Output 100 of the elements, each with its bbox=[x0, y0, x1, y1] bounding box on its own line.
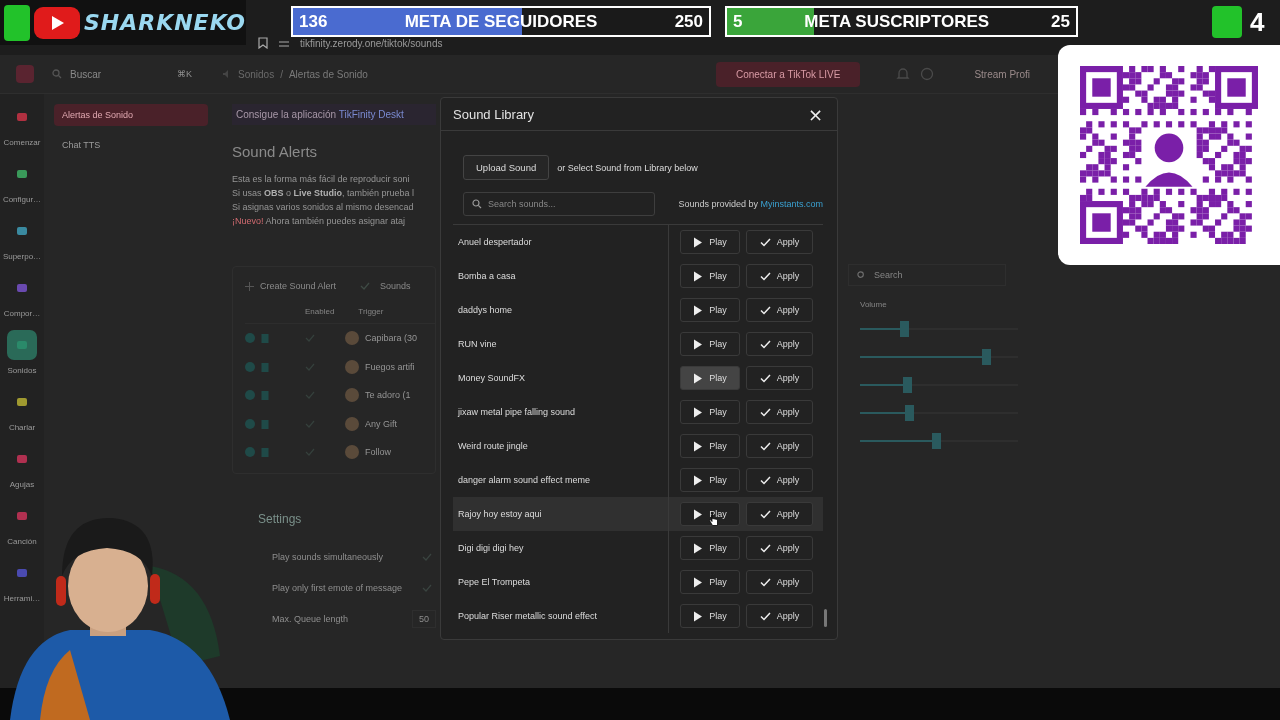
trigger-avatar bbox=[345, 359, 359, 374]
check-icon[interactable] bbox=[360, 281, 371, 291]
setting-label: Max. Queue length bbox=[272, 614, 350, 624]
goal-current: 5 bbox=[733, 11, 743, 32]
play-button[interactable]: Play bbox=[680, 468, 740, 492]
setting-label: Play only first emote of message bbox=[272, 583, 404, 593]
subnav-item[interactable]: Chat TTS bbox=[54, 134, 208, 156]
apply-button[interactable]: Apply bbox=[746, 536, 813, 560]
play-button[interactable]: Play bbox=[680, 434, 740, 458]
apply-button[interactable]: Apply bbox=[746, 230, 813, 254]
description-line: ¡Nuevo! Ahora también puedes asignar ataj bbox=[232, 215, 407, 228]
setting-checkbox[interactable] bbox=[422, 583, 432, 593]
trigger-name: Te adoro (1 bbox=[365, 390, 411, 401]
connect-button[interactable]: Conectar a TikTok LIVE bbox=[715, 61, 861, 87]
subnav-item[interactable]: Alertas de Sonido bbox=[54, 104, 208, 126]
bell-icon[interactable] bbox=[896, 67, 911, 81]
close-button[interactable]: × bbox=[803, 103, 827, 125]
enabled-check-icon[interactable] bbox=[305, 418, 315, 429]
sound-name: Popular Riser metallic sound effect bbox=[453, 599, 669, 633]
app-logo[interactable] bbox=[16, 65, 34, 83]
apply-button[interactable]: Apply bbox=[746, 502, 813, 526]
play-button[interactable]: Play bbox=[680, 298, 740, 322]
apply-button[interactable]: Apply bbox=[746, 434, 813, 458]
play-icon[interactable] bbox=[245, 390, 255, 401]
table-search-field[interactable]: Search bbox=[848, 264, 1006, 286]
search-icon bbox=[472, 199, 482, 209]
nav-label: Superpo… bbox=[2, 252, 42, 261]
enabled-check-icon[interactable] bbox=[305, 333, 315, 344]
check-icon bbox=[759, 509, 771, 519]
play-icon[interactable] bbox=[245, 418, 255, 429]
goal-target: 250 bbox=[674, 11, 703, 32]
nav-label: Compor… bbox=[3, 309, 41, 318]
breadcrumb-item: / bbox=[280, 68, 283, 80]
setting-label: Play sounds simultaneously bbox=[272, 552, 385, 562]
play-button[interactable]: Play bbox=[680, 332, 740, 356]
play-icon[interactable] bbox=[245, 333, 255, 344]
column-header: Trigger bbox=[358, 306, 384, 316]
play-button[interactable]: Play bbox=[680, 502, 740, 526]
trash-icon[interactable] bbox=[261, 333, 269, 344]
play-button[interactable]: Play bbox=[680, 400, 740, 424]
create-alert-button[interactable]: Create Sound Alert bbox=[245, 281, 337, 291]
description-line: Si asignas varios sonidos al mismo desencad bbox=[232, 201, 415, 214]
play-icon bbox=[693, 542, 704, 554]
play-icon[interactable] bbox=[245, 361, 255, 372]
enabled-check-icon[interactable] bbox=[305, 390, 315, 401]
apply-button[interactable]: Apply bbox=[746, 570, 813, 594]
trash-icon[interactable] bbox=[261, 390, 269, 401]
enabled-check-icon[interactable] bbox=[305, 447, 315, 458]
description-line: Esta es la forma más fácil de reproducir soni bbox=[232, 173, 411, 186]
setting-checkbox[interactable] bbox=[422, 552, 432, 562]
check-icon bbox=[759, 611, 771, 621]
trash-icon[interactable] bbox=[261, 361, 269, 372]
address-bar-url[interactable]: tikfinity.zerody.one/tiktok/sounds bbox=[300, 38, 443, 49]
play-button[interactable]: Play bbox=[680, 230, 740, 254]
enabled-check-icon[interactable] bbox=[305, 361, 315, 372]
upload-sound-button[interactable]: Upload Sound bbox=[463, 155, 550, 180]
check-icon bbox=[759, 373, 771, 383]
apply-button[interactable]: Apply bbox=[746, 332, 813, 356]
trigger-name: Follow bbox=[365, 447, 391, 458]
stream-profile-label[interactable]: Stream Profi bbox=[974, 68, 1030, 80]
nav-label: Configur… bbox=[2, 195, 42, 204]
play-button[interactable]: Play bbox=[680, 264, 740, 288]
scrollbar[interactable] bbox=[824, 609, 827, 627]
apply-button[interactable]: Apply bbox=[746, 366, 813, 390]
apply-button[interactable]: Apply bbox=[746, 604, 813, 628]
nav-label: Agujas bbox=[9, 480, 35, 489]
play-icon[interactable] bbox=[245, 447, 255, 458]
sound-search-field[interactable]: Search sounds... bbox=[463, 192, 655, 216]
check-icon bbox=[759, 577, 771, 587]
channel-logo bbox=[4, 4, 30, 41]
sound-row[interactable]: Rajoy hoy estoy aqui Play Apply bbox=[453, 497, 823, 531]
play-button[interactable]: Play bbox=[680, 366, 740, 390]
play-icon bbox=[693, 474, 704, 486]
check-icon bbox=[759, 543, 771, 553]
trash-icon[interactable] bbox=[261, 447, 269, 458]
nav-item[interactable] bbox=[7, 330, 37, 360]
banner-link[interactable]: TikFinity Deskt bbox=[338, 109, 404, 120]
check-icon bbox=[759, 407, 771, 417]
site-info-icon[interactable] bbox=[278, 39, 290, 49]
check-icon bbox=[759, 339, 771, 349]
provider-credit: Sounds provided by Myinstants.com bbox=[678, 199, 823, 209]
play-button[interactable]: Play bbox=[680, 604, 740, 628]
counter-value: 4 bbox=[1250, 6, 1265, 38]
play-button[interactable]: Play bbox=[680, 536, 740, 560]
trash-icon[interactable] bbox=[261, 418, 269, 429]
number-field[interactable]: 50 bbox=[412, 610, 436, 628]
quick-search-bar[interactable]: Buscar ⌘K bbox=[52, 68, 192, 80]
toolbar-option[interactable]: Sounds bbox=[380, 281, 411, 291]
play-icon bbox=[693, 576, 704, 588]
apply-button[interactable]: Apply bbox=[746, 400, 813, 424]
apply-button[interactable]: Apply bbox=[746, 298, 813, 322]
apply-button[interactable]: Apply bbox=[746, 468, 813, 492]
apply-button[interactable]: Apply bbox=[746, 264, 813, 288]
play-button[interactable]: Play bbox=[680, 570, 740, 594]
provider-link[interactable]: Myinstants.com bbox=[760, 199, 823, 209]
breadcrumb-item[interactable]: Alertas de Sonido bbox=[288, 68, 368, 80]
play-icon bbox=[693, 236, 704, 248]
trigger-avatar bbox=[345, 416, 359, 431]
bookmark-icon[interactable] bbox=[258, 37, 268, 49]
play-icon bbox=[693, 610, 704, 622]
